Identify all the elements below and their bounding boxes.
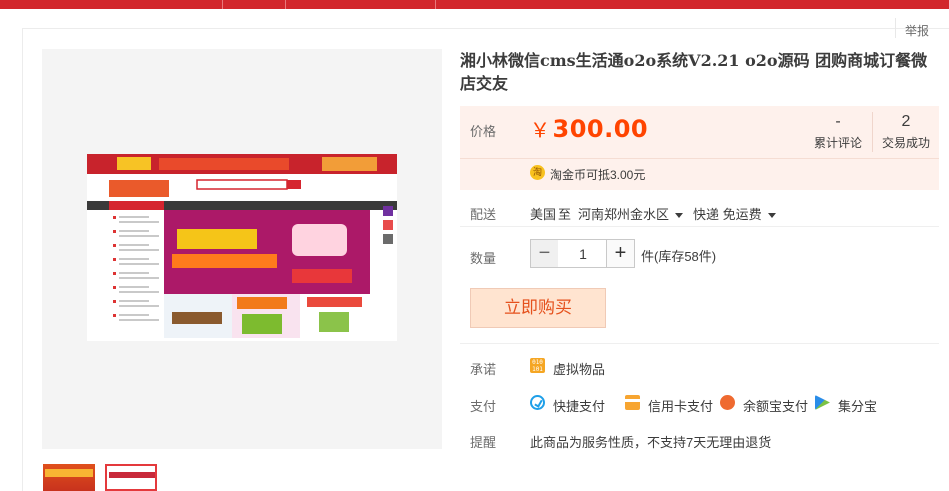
notice-text: 此商品为服务性质，不支持7天无理由退货 — [530, 435, 772, 450]
taojinbi-icon: 淘 — [530, 165, 545, 180]
virtual-goods-text[interactable]: 虚拟物品 — [553, 359, 605, 378]
section-divider — [460, 226, 939, 227]
stock-text: 件(库存58件) — [641, 249, 717, 264]
shipping-selector[interactable]: 快递 免运费 — [693, 204, 776, 223]
price-label: 价格 — [470, 124, 497, 139]
product-screenshot-image — [87, 154, 397, 341]
quantity-input[interactable] — [558, 239, 608, 268]
currency-symbol: ￥ — [530, 118, 551, 142]
thumbnail-2-selected[interactable] — [105, 464, 157, 491]
top-nav-bar — [0, 0, 949, 9]
price-box: 价格 ￥300.00 - 累计评论 2 交易成功 淘 淘金币可抵3.00元 — [460, 106, 939, 190]
report-link[interactable]: 举报 — [905, 22, 929, 39]
payment-label: 支付 — [470, 399, 497, 414]
product-title: 湘小林微信cms生活通o2o系统V2.21 o2o源码 团购商城订餐微店交友 — [460, 51, 928, 93]
credit-card-icon — [625, 395, 640, 410]
chevron-down-icon — [767, 213, 776, 219]
shipping-text: 快递 免运费 — [693, 207, 762, 222]
destination-selector[interactable]: 河南郑州金水区 — [578, 204, 684, 223]
quick-pay-icon — [530, 395, 545, 410]
section-divider — [460, 343, 939, 344]
nav-divider — [435, 0, 436, 9]
promise-label: 承诺 — [470, 362, 497, 377]
main-image-area[interactable] — [42, 49, 442, 449]
destination-text: 河南郑州金水区 — [578, 207, 670, 222]
delivery-to-word: 至 — [558, 207, 572, 222]
quantity-increase-button[interactable]: + — [606, 239, 635, 268]
yuebao-icon — [720, 395, 735, 410]
notice-label: 提醒 — [470, 435, 497, 450]
trade-count-label: 交易成功 — [881, 136, 930, 150]
price-value: ￥300.00 — [530, 114, 648, 143]
yuebao-pay-text[interactable]: 余额宝支付 — [743, 396, 808, 415]
quantity-label: 数量 — [470, 251, 497, 266]
buy-now-button[interactable]: 立即购买 — [470, 288, 606, 328]
review-count[interactable]: - 累计评论 — [805, 112, 871, 151]
nav-divider — [285, 0, 286, 9]
quantity-decrease-button[interactable]: − — [530, 239, 559, 268]
trade-count-value: 2 — [901, 113, 911, 130]
delivery-label: 配送 — [470, 207, 497, 222]
jifenbao-pay-text[interactable]: 集分宝 — [838, 396, 877, 415]
report-divider — [895, 18, 896, 38]
virtual-goods-icon: 010 101 — [530, 358, 545, 373]
chevron-down-icon — [675, 213, 684, 219]
credit-card-pay-text[interactable]: 信用卡支付 — [648, 396, 713, 415]
taojinbi-text: 淘金币可抵3.00元 — [550, 168, 646, 182]
quick-pay-text[interactable]: 快捷支付 — [553, 396, 605, 415]
price-box-divider — [460, 158, 939, 159]
delivery-origin: 美国 — [530, 207, 557, 222]
review-count-value: - — [835, 113, 841, 130]
thumbnail-1[interactable] — [43, 464, 95, 491]
price-amount: 300.00 — [552, 115, 649, 143]
review-count-label: 累计评论 — [813, 136, 862, 150]
trade-count: 2 交易成功 — [873, 112, 939, 151]
nav-divider — [222, 0, 223, 9]
